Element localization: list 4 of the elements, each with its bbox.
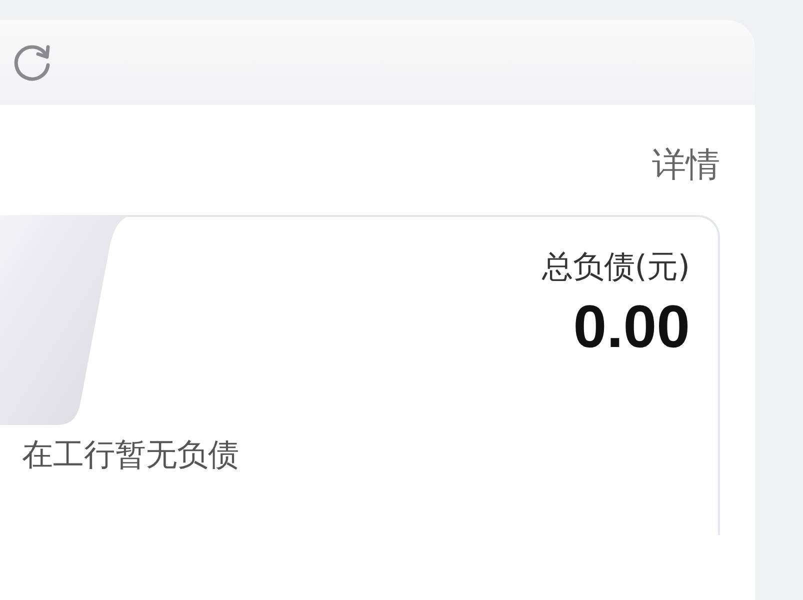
details-link[interactable]: 详情 [652, 145, 720, 215]
debt-amount: 0.00 [573, 292, 690, 362]
no-debt-message: 在工行暂无负债 [21, 436, 239, 475]
debt-label: 总负债(元) [542, 248, 690, 287]
